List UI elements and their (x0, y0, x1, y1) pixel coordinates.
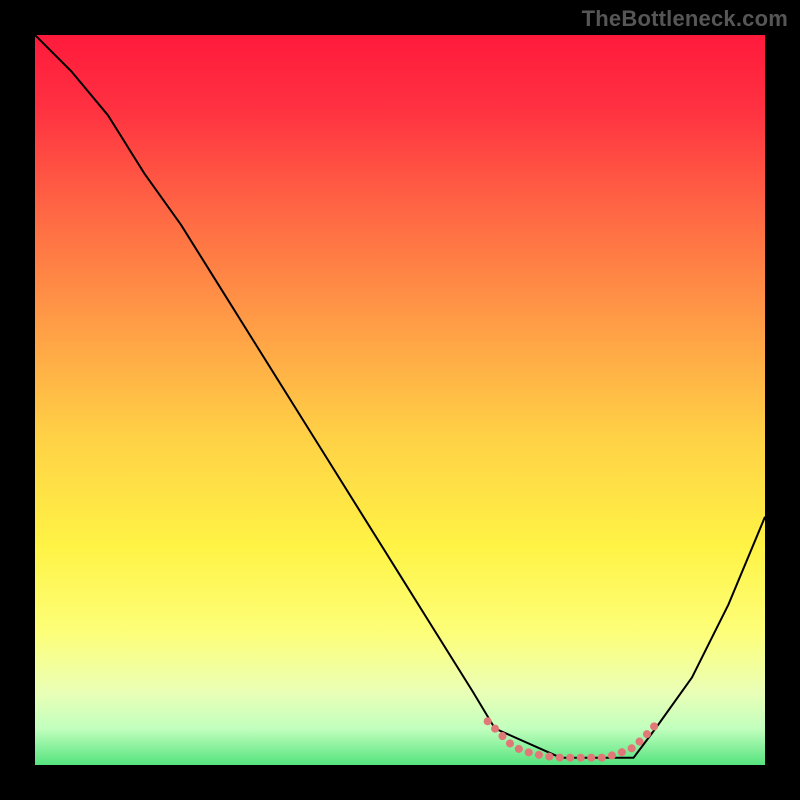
chart-container: TheBottleneck.com (0, 0, 800, 800)
plot-area (35, 35, 765, 765)
watermark-text: TheBottleneck.com (582, 6, 788, 32)
chart-background (35, 35, 765, 765)
chart-svg (35, 35, 765, 765)
